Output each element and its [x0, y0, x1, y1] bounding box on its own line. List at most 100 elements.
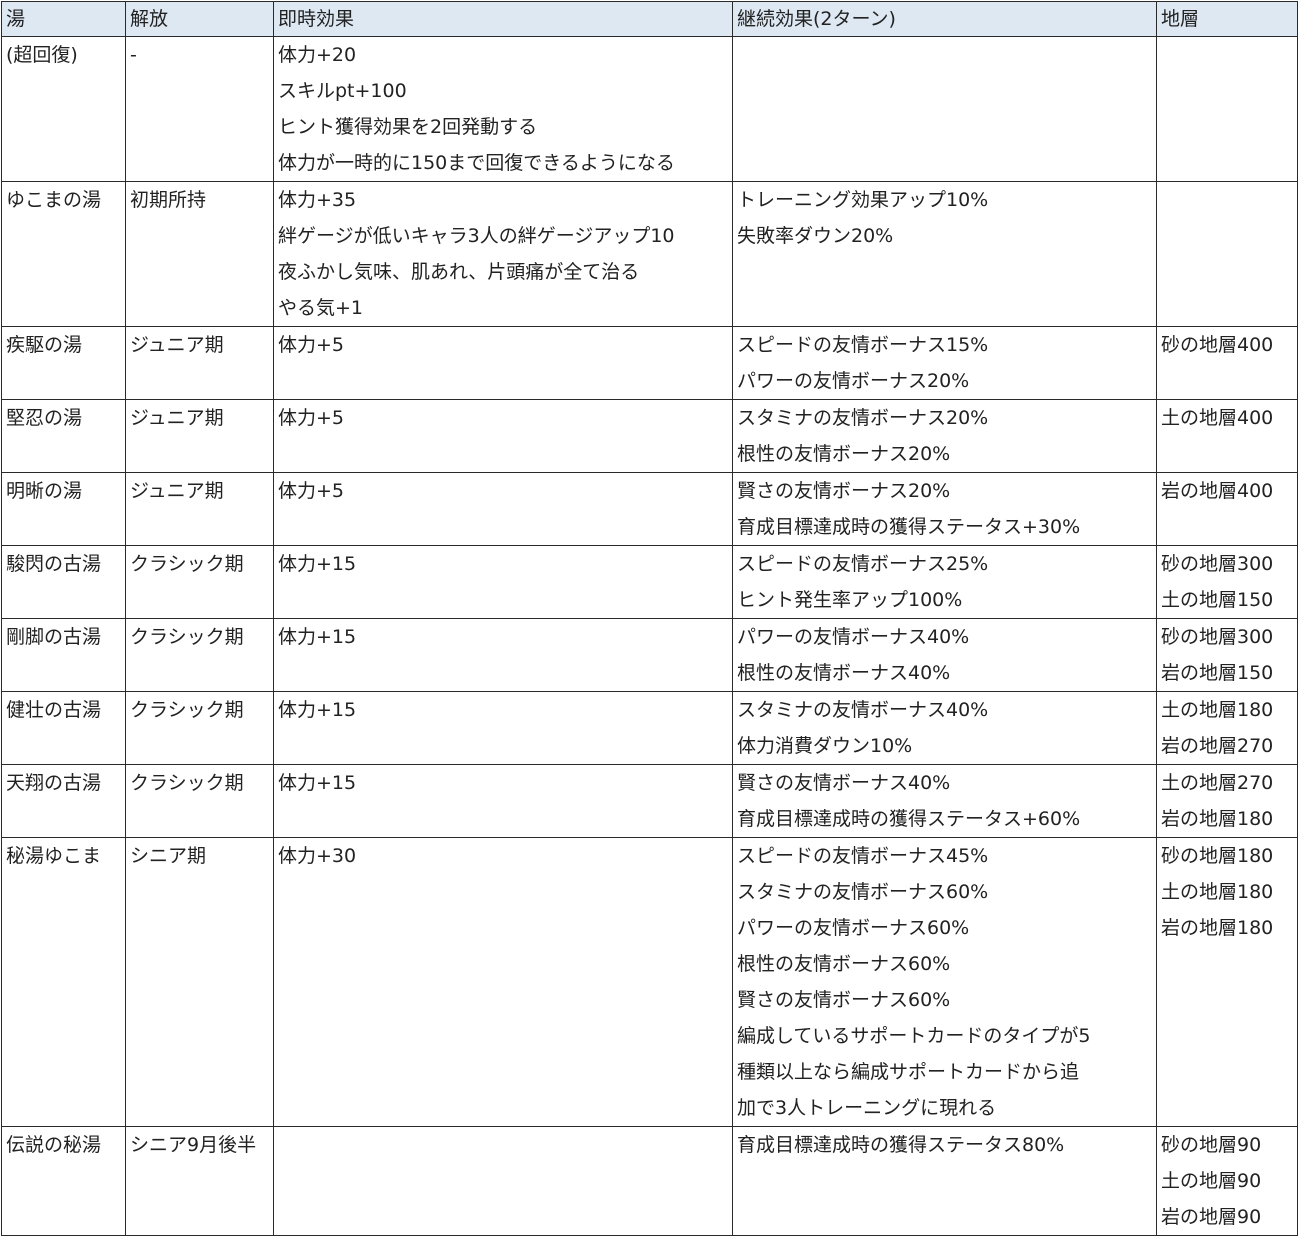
immediate-line: ヒント獲得効果を2回発動する [278, 116, 538, 138]
table-row: (超回復) - 体力+20 スキルpt+100 ヒント獲得効果を2回発動する 体力が一時的… [1, 36, 1298, 182]
unlock-timing: クラシック期 [130, 626, 244, 648]
immediate-line: 体力+15 [278, 772, 357, 794]
continuous-line: スタミナの友情ボーナス40% [737, 699, 989, 721]
unlock-timing: シニア期 [130, 845, 207, 867]
continuous-line: 育成目標達成時の獲得ステータス+30% [737, 516, 1081, 538]
strata-line: 砂の地層300 [1161, 553, 1274, 575]
continuous-line: スタミナの友情ボーナス20% [737, 407, 989, 429]
onsen-name-cell: 伝説の秘湯 [1, 1126, 126, 1236]
strata-line: 岩の地層270 [1161, 735, 1274, 757]
onsen-name-cell: 疾駆の湯 [1, 326, 126, 400]
immediate-effect-cell: 体力+15 [273, 764, 733, 838]
immediate-line: やる気+1 [278, 297, 364, 319]
immediate-line: 絆ゲージが低いキャラ3人の絆ゲージアップ10 [278, 225, 675, 247]
immediate-line: 体力+35 [278, 189, 357, 211]
onsen-name: 堅忍の湯 [6, 407, 83, 429]
continuous-effect-cell: スピードの友情ボーナス45% スタミナの友情ボーナス60% パワーの友情ボーナス60… [732, 837, 1157, 1127]
unlock-cell: クラシック期 [125, 764, 274, 838]
immediate-effect-cell: 体力+15 [273, 545, 733, 619]
immediate-effect-cell: 体力+15 [273, 691, 733, 765]
unlock-timing: クラシック期 [130, 553, 244, 575]
immediate-effect-cell: 体力+5 [273, 326, 733, 400]
strata-line: 砂の地層300 [1161, 626, 1274, 648]
strata-line: 岩の地層150 [1161, 662, 1274, 684]
immediate-line: 体力が一時的に150まで回復できるようになる [278, 152, 675, 174]
strata-cell: 土の地層400 [1156, 399, 1298, 473]
continuous-effect-cell [732, 36, 1157, 182]
strata-line: 土の地層270 [1161, 772, 1274, 794]
unlock-timing: クラシック期 [130, 772, 244, 794]
unlock-timing: シニア9月後半 [130, 1134, 257, 1156]
strata-line: 砂の地層90 [1161, 1134, 1262, 1156]
table-row: 健壮の古湯 クラシック期 体力+15 スタミナの友情ボーナス40% 体力消費ダウン10%… [1, 691, 1298, 765]
header-unlock: 解放 [125, 1, 274, 37]
header-strata: 地層 [1156, 1, 1298, 37]
continuous-line: パワーの友情ボーナス60% [737, 917, 970, 939]
continuous-line: 種類以上なら編成サポートカードから追 [737, 1061, 1080, 1083]
immediate-line: 夜ふかし気味、肌あれ、片頭痛が全て治る [278, 261, 640, 283]
immediate-effect-cell [273, 1126, 733, 1236]
table-row: 秘湯ゆこま シニア期 体力+30 スピードの友情ボーナス45% スタミナの友情ボーナス6… [1, 837, 1298, 1127]
immediate-effect-cell: 体力+20 スキルpt+100 ヒント獲得効果を2回発動する 体力が一時的に150まで… [273, 36, 733, 182]
strata-line: 砂の地層180 [1161, 845, 1274, 867]
unlock-cell: ジュニア期 [125, 399, 274, 473]
table-row: 伝説の秘湯 シニア9月後半 育成目標達成時の獲得ステータス80% 砂の地層90 土の地層… [1, 1126, 1298, 1236]
strata-cell: 岩の地層400 [1156, 472, 1298, 546]
onsen-name-cell: ゆこまの湯 [1, 181, 126, 327]
continuous-effect-cell: 賢さの友情ボーナス20% 育成目標達成時の獲得ステータス+30% [732, 472, 1157, 546]
continuous-line: パワーの友情ボーナス40% [737, 626, 970, 648]
unlock-cell: クラシック期 [125, 545, 274, 619]
strata-line: 岩の地層400 [1161, 480, 1274, 502]
unlock-cell: - [125, 36, 274, 182]
continuous-line: パワーの友情ボーナス20% [737, 370, 970, 392]
immediate-line: 体力+5 [278, 334, 345, 356]
immediate-line: 体力+15 [278, 553, 357, 575]
immediate-line: スキルpt+100 [278, 80, 407, 102]
continuous-line: 賢さの友情ボーナス20% [737, 480, 951, 502]
continuous-line: 育成目標達成時の獲得ステータス+60% [737, 808, 1081, 830]
continuous-line: スピードの友情ボーナス45% [737, 845, 989, 867]
continuous-line: スピードの友情ボーナス15% [737, 334, 989, 356]
continuous-effect-cell: スタミナの友情ボーナス40% 体力消費ダウン10% [732, 691, 1157, 765]
onsen-name-cell: (超回復) [1, 36, 126, 182]
onsen-name-cell: 秘湯ゆこま [1, 837, 126, 1127]
strata-cell: 砂の地層400 [1156, 326, 1298, 400]
immediate-effect-cell: 体力+35 絆ゲージが低いキャラ3人の絆ゲージアップ10 夜ふかし気味、肌あれ、片頭… [273, 181, 733, 327]
onsen-name-cell: 堅忍の湯 [1, 399, 126, 473]
continuous-effect-cell: 賢さの友情ボーナス40% 育成目標達成時の獲得ステータス+60% [732, 764, 1157, 838]
immediate-line: 体力+15 [278, 699, 357, 721]
strata-line: 岩の地層180 [1161, 808, 1274, 830]
table-row: 剛脚の古湯 クラシック期 体力+15 パワーの友情ボーナス40% 根性の友情ボーナス40… [1, 618, 1298, 692]
strata-cell [1156, 181, 1298, 327]
continuous-line: 賢さの友情ボーナス40% [737, 772, 951, 794]
unlock-cell: ジュニア期 [125, 326, 274, 400]
strata-cell: 砂の地層180 土の地層180 岩の地層180 [1156, 837, 1298, 1127]
strata-line: 土の地層400 [1161, 407, 1274, 429]
strata-line: 砂の地層400 [1161, 334, 1274, 356]
onsen-name: 秘湯ゆこま [6, 845, 102, 867]
immediate-line: 体力+15 [278, 626, 357, 648]
continuous-line: 失敗率ダウン20% [737, 225, 894, 247]
unlock-cell: クラシック期 [125, 618, 274, 692]
header-immediate-effect: 即時効果 [273, 1, 733, 37]
immediate-effect-cell: 体力+5 [273, 399, 733, 473]
strata-cell: 土の地層180 岩の地層270 [1156, 691, 1298, 765]
strata-cell: 砂の地層300 岩の地層150 [1156, 618, 1298, 692]
onsen-name-cell: 剛脚の古湯 [1, 618, 126, 692]
strata-line: 土の地層180 [1161, 699, 1274, 721]
unlock-cell: シニア期 [125, 837, 274, 1127]
header-onsen: 湯 [1, 1, 126, 37]
onsen-name: 伝説の秘湯 [6, 1134, 102, 1156]
table-row: 堅忍の湯 ジュニア期 体力+5 スタミナの友情ボーナス20% 根性の友情ボーナス20% 土… [1, 399, 1298, 473]
onsen-name: 明晰の湯 [6, 480, 83, 502]
unlock-cell: シニア9月後半 [125, 1126, 274, 1236]
onsen-name: 天翔の古湯 [6, 772, 102, 794]
continuous-line: 体力消費ダウン10% [737, 735, 913, 757]
onsen-name: (超回復) [6, 44, 78, 66]
unlock-timing: 初期所持 [130, 189, 207, 211]
continuous-line: ヒント発生率アップ100% [737, 589, 963, 611]
onsen-name: 疾駆の湯 [6, 334, 83, 356]
table-row: 明晰の湯 ジュニア期 体力+5 賢さの友情ボーナス20% 育成目標達成時の獲得ステータス… [1, 472, 1298, 546]
unlock-cell: 初期所持 [125, 181, 274, 327]
immediate-effect-cell: 体力+30 [273, 837, 733, 1127]
